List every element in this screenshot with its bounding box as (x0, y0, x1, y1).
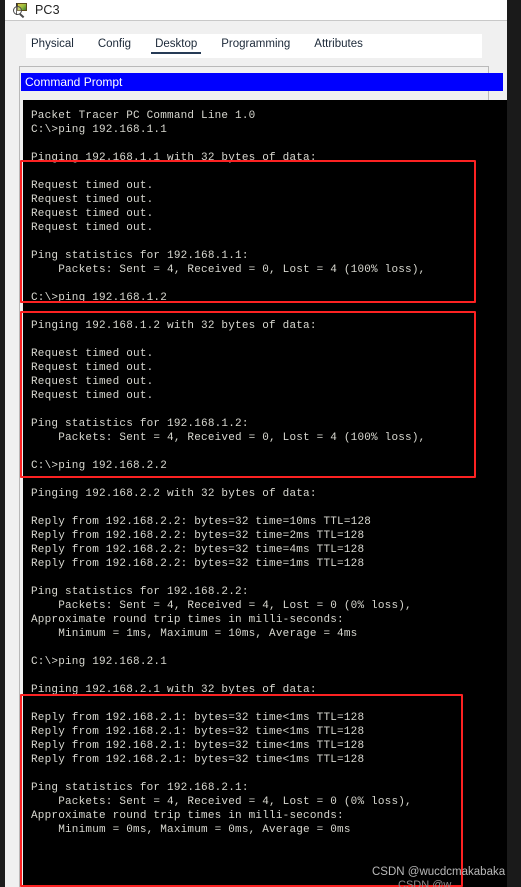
terminal-line: Packet Tracer PC Command Line 1.0 (31, 110, 256, 122)
tab-desktop[interactable]: Desktop (151, 38, 202, 54)
terminal-line: Packets: Sent = 4, Received = 0, Lost = … (31, 264, 426, 276)
terminal-line: Reply from 192.168.2.1: bytes=32 time<1m… (31, 712, 365, 724)
terminal-line: Request timed out. (31, 348, 154, 360)
terminal-line: Ping statistics for 192.168.2.2: (31, 586, 249, 598)
device-tabstrip: Physical Config Desktop Programming Attr… (26, 34, 482, 58)
tab-physical[interactable]: Physical (30, 38, 75, 54)
terminal-line: Reply from 192.168.2.2: bytes=32 time=1m… (31, 558, 365, 570)
packet-tracer-magnifier-icon (13, 2, 29, 18)
terminal-line: Request timed out. (31, 376, 154, 388)
tab-attributes[interactable]: Attributes (313, 38, 364, 54)
terminal-line: C:\>ping 192.168.2.1 (31, 656, 168, 668)
command-prompt-terminal[interactable]: Packet Tracer PC Command Line 1.0 C:\>pin… (23, 100, 507, 887)
tab-config[interactable]: Config (97, 38, 132, 54)
terminal-line: Reply from 192.168.2.2: bytes=32 time=10… (31, 516, 372, 528)
terminal-line: Request timed out. (31, 208, 154, 220)
pc3-device-window: PC3 Physical Config Desktop Programming … (0, 0, 521, 887)
terminal-line: Request timed out. (31, 362, 154, 374)
terminal-line: Pinging 192.168.1.1 with 32 bytes of dat… (31, 152, 317, 164)
terminal-line: Minimum = 0ms, Maximum = 0ms, Average = … (31, 824, 351, 836)
terminal-line: Ping statistics for 192.168.2.1: (31, 782, 249, 794)
terminal-line: Approximate round trip times in milli-se… (31, 810, 344, 822)
tab-programming[interactable]: Programming (220, 38, 291, 54)
terminal-line: Reply from 192.168.2.2: bytes=32 time=2m… (31, 530, 365, 542)
command-prompt-header: Command Prompt (21, 73, 503, 91)
terminal-line: C:\>ping 192.168.1.2 (31, 292, 168, 304)
terminal-line: Ping statistics for 192.168.1.2: (31, 418, 249, 430)
terminal-line: Reply from 192.168.2.1: bytes=32 time<1m… (31, 740, 365, 752)
terminal-line: Reply from 192.168.2.2: bytes=32 time=4m… (31, 544, 365, 556)
terminal-line: Approximate round trip times in milli-se… (31, 614, 344, 626)
terminal-line: Ping statistics for 192.168.1.1: (31, 250, 249, 262)
terminal-line: Pinging 192.168.1.2 with 32 bytes of dat… (31, 320, 317, 332)
terminal-line: Request timed out. (31, 222, 154, 234)
terminal-line: Reply from 192.168.2.1: bytes=32 time<1m… (31, 726, 365, 738)
terminal-line: C:\>ping 192.168.2.2 (31, 460, 168, 472)
terminal-line: C:\>ping 192.168.1.1 (31, 124, 168, 136)
terminal-line: Reply from 192.168.2.1: bytes=32 time<1m… (31, 754, 365, 766)
terminal-line: Request timed out. (31, 390, 154, 402)
page-right-gutter (507, 0, 521, 887)
terminal-line: Packets: Sent = 4, Received = 0, Lost = … (31, 432, 426, 444)
terminal-line: Pinging 192.168.2.2 with 32 bytes of dat… (31, 488, 317, 500)
terminal-line: Packets: Sent = 4, Received = 4, Lost = … (31, 796, 412, 808)
terminal-line: Request timed out. (31, 194, 154, 206)
command-prompt-title: Command Prompt (25, 75, 123, 89)
terminal-line: Request timed out. (31, 180, 154, 192)
window-title: PC3 (35, 3, 60, 17)
terminal-line: Pinging 192.168.2.1 with 32 bytes of dat… (31, 684, 317, 696)
terminal-line: Packets: Sent = 4, Received = 4, Lost = … (31, 600, 412, 612)
terminal-line: Minimum = 1ms, Maximum = 10ms, Average =… (31, 628, 358, 640)
window-titlebar: PC3 (5, 0, 507, 20)
